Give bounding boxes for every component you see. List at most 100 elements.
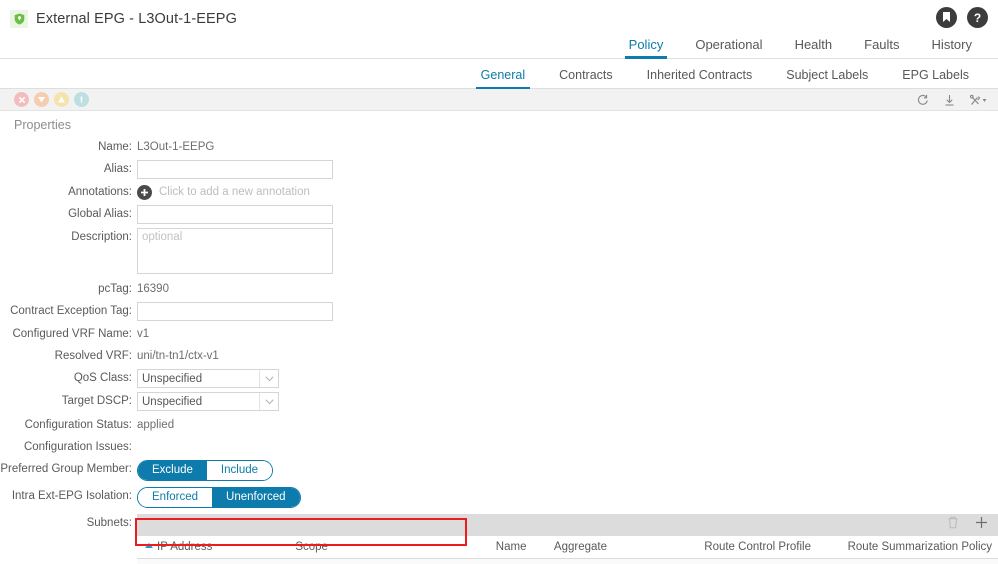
trash-icon[interactable] — [947, 516, 959, 534]
tab-health[interactable]: Health — [779, 37, 849, 59]
shield-icon — [10, 10, 28, 28]
tab-history[interactable]: History — [916, 37, 988, 59]
column-scope[interactable]: Scope — [287, 536, 488, 559]
cell-name — [487, 558, 546, 564]
configured-vrf-label: Configured VRF Name: — [12, 328, 132, 340]
row-annotations: Annotations: Click to add a new annotati… — [0, 183, 998, 201]
annotation-placeholder: Click to add a new annotation — [159, 186, 310, 198]
subtab-epg-labels[interactable]: EPG Labels — [885, 68, 986, 89]
global-alias-input[interactable] — [137, 205, 333, 224]
target-dscp-label: Target DSCP: — [61, 395, 132, 407]
qos-class-label: QoS Class: — [73, 372, 132, 384]
row-pctag: pcTag: 16390 — [0, 280, 998, 298]
refresh-icon[interactable] — [916, 94, 929, 107]
intra-ext-epg-isolation-label: Intra Ext-EPG Isolation: — [11, 490, 132, 502]
row-preferred-group-member: Preferred Group Member: Exclude Include — [0, 460, 998, 481]
subnets-table: IP Address Scope Name Aggregate Route Co… — [137, 536, 998, 564]
cell-route-summarization-policy — [839, 558, 998, 564]
major-fault-icon[interactable] — [34, 92, 49, 107]
contract-exception-tag-input[interactable] — [137, 302, 333, 321]
row-qos-class: QoS Class: Unspecified — [0, 369, 998, 388]
column-label: IP Address — [157, 541, 213, 553]
subtab-contracts[interactable]: Contracts — [542, 68, 630, 89]
row-description: Description: — [0, 228, 998, 274]
row-name: Name: L3Out-1-EEPG — [0, 138, 998, 156]
contract-exception-tag-label: Contract Exception Tag: — [10, 305, 132, 317]
tab-faults[interactable]: Faults — [848, 37, 915, 59]
column-name[interactable]: Name — [487, 536, 546, 559]
config-issues-label: Configuration Issues: — [23, 441, 132, 453]
qos-class-select[interactable]: Unspecified — [137, 369, 279, 388]
cell-scope: External Subnets for the External EPG — [287, 558, 488, 564]
info-fault-icon[interactable] — [74, 92, 89, 107]
cell-ip-address: 0.0.0.0/0 — [137, 558, 288, 564]
column-ip-address[interactable]: IP Address — [137, 536, 288, 559]
name-label: Name: — [98, 141, 132, 153]
header-icon-group: ? — [936, 7, 988, 28]
target-dscp-value: Unspecified — [142, 395, 203, 408]
annotations-label: Annotations: — [68, 186, 132, 198]
intra-ext-epg-isolation-toggle[interactable]: Enforced Unenforced — [137, 487, 301, 508]
properties-heading: Properties — [14, 118, 71, 132]
subtab-subject-labels[interactable]: Subject Labels — [769, 68, 885, 89]
main-tab-bar: Policy Operational Health Faults History — [0, 30, 998, 59]
subnets-toolbar-actions — [947, 514, 988, 536]
tab-policy[interactable]: Policy — [613, 37, 680, 59]
row-alias: Alias: — [0, 160, 998, 179]
toolbar-actions — [916, 89, 988, 111]
row-target-dscp: Target DSCP: Unspecified — [0, 392, 998, 411]
row-resolved-vrf: Resolved VRF: uni/tn-tn1/ctx-v1 — [0, 347, 998, 365]
page-header: External EPG - L3Out-1-EEPG ? — [0, 0, 998, 30]
help-icon[interactable]: ? — [967, 7, 988, 28]
description-label: Description: — [71, 231, 132, 243]
preferred-group-exclude-option[interactable]: Exclude — [138, 461, 207, 480]
preferred-group-include-option[interactable]: Include — [206, 461, 273, 480]
critical-fault-icon[interactable] — [14, 92, 29, 107]
annotation-adder[interactable]: Click to add a new annotation — [137, 183, 310, 201]
download-icon[interactable] — [943, 94, 956, 107]
chevron-down-icon[interactable] — [259, 370, 278, 387]
configured-vrf-value: v1 — [137, 328, 150, 340]
column-aggregate[interactable]: Aggregate — [545, 536, 697, 559]
resolved-vrf-label: Resolved VRF: — [54, 350, 132, 362]
row-contract-exception-tag: Contract Exception Tag: — [0, 302, 998, 321]
row-global-alias: Global Alias: — [0, 205, 998, 224]
plus-icon[interactable] — [137, 184, 152, 200]
qos-class-value: Unspecified — [142, 372, 203, 385]
minor-fault-icon[interactable] — [54, 92, 69, 107]
alias-input[interactable] — [137, 160, 333, 179]
description-textarea[interactable] — [137, 228, 333, 274]
page-title: External EPG - L3Out-1-EEPG — [36, 11, 237, 27]
global-alias-label: Global Alias: — [68, 208, 132, 220]
external-epg-page: External EPG - L3Out-1-EEPG ? Policy Ope… — [0, 0, 998, 564]
pctag-value: 16390 — [137, 283, 169, 295]
row-intra-ext-epg-isolation: Intra Ext-EPG Isolation: Enforced Unenfo… — [0, 487, 998, 508]
table-row[interactable]: 0.0.0.0/0 External Subnets for the Exter… — [137, 558, 998, 564]
preferred-group-member-toggle[interactable]: Exclude Include — [137, 460, 274, 481]
status-toolbar — [0, 89, 998, 111]
tools-icon[interactable] — [970, 94, 988, 107]
tab-operational[interactable]: Operational — [679, 37, 778, 59]
plus-icon[interactable] — [975, 516, 988, 534]
column-route-control-profile[interactable]: Route Control Profile — [696, 536, 840, 559]
bookmark-icon[interactable] — [936, 7, 957, 28]
preferred-group-member-label: Preferred Group Member: — [0, 463, 132, 475]
sort-ascending-icon — [145, 543, 153, 549]
subtab-inherited-contracts[interactable]: Inherited Contracts — [630, 68, 770, 89]
pctag-label: pcTag: — [98, 283, 132, 295]
column-route-summarization-policy[interactable]: Route Summarization Policy — [839, 536, 998, 559]
subnets-toolbar — [137, 514, 998, 536]
subnets-panel: IP Address Scope Name Aggregate Route Co… — [137, 514, 998, 564]
target-dscp-select[interactable]: Unspecified — [137, 392, 279, 411]
cell-aggregate — [545, 558, 697, 564]
chevron-down-icon[interactable] — [259, 393, 278, 410]
config-status-label: Configuration Status: — [24, 419, 132, 431]
isolation-unenforced-option[interactable]: Unenforced — [212, 488, 300, 507]
name-value: L3Out-1-EEPG — [137, 141, 215, 153]
row-config-issues: Configuration Issues: — [0, 438, 998, 456]
subtab-general[interactable]: General — [464, 68, 542, 89]
sub-tab-bar: General Contracts Inherited Contracts Su… — [0, 59, 998, 89]
subnets-label: Subnets: — [86, 517, 132, 529]
config-status-value: applied — [137, 419, 175, 431]
isolation-enforced-option[interactable]: Enforced — [138, 488, 213, 507]
